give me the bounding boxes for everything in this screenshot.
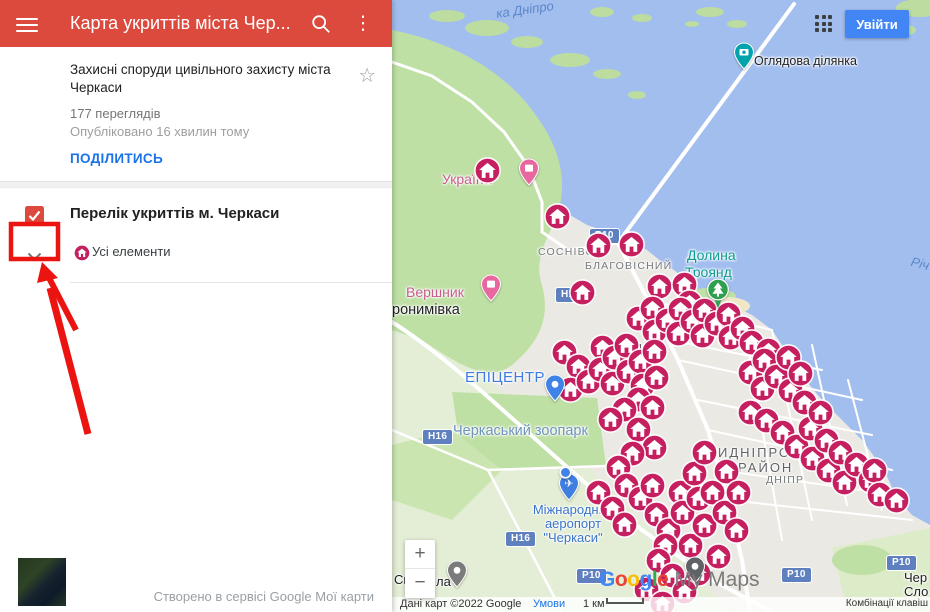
shelter-marker[interactable]: [723, 517, 750, 544]
shelter-marker[interactable]: [585, 232, 612, 259]
blue-dot-pin[interactable]: [559, 466, 572, 484]
map-label-cher-fragment: Чер: [904, 570, 927, 585]
google-my-maps-app: { "sidebar": { "header": { "title": "Кар…: [0, 0, 930, 612]
list-divider: [70, 282, 392, 283]
attribution-bar: Дані карт ©2022 Google Умови 1 км Комбін…: [392, 597, 930, 612]
my-maps-wordmark: My Maps: [674, 568, 759, 591]
layer-title: Перелік укриттів м. Черкаси: [70, 205, 392, 222]
shelter-marker[interactable]: [883, 487, 910, 514]
keyboard-shortcuts-link[interactable]: Комбінації клавіш: [846, 598, 928, 609]
sign-in-button[interactable]: Увійти: [845, 10, 909, 38]
views-count: 177 переглядів: [70, 106, 352, 121]
shelter-marker[interactable]: [611, 511, 638, 538]
layer-row[interactable]: Перелік укриттів м. Черкаси: [0, 205, 392, 222]
google-logo: GoogleMy Maps: [599, 568, 760, 592]
basemap-thumbnail[interactable]: [18, 558, 66, 606]
shelter-marker[interactable]: [639, 472, 666, 499]
map-label-dnipr: ДНІПР: [766, 474, 804, 486]
layer-section: Перелік укриттів м. Черкаси Усі елементи: [0, 205, 392, 283]
map-label-airport-line2: аеропорт: [545, 516, 601, 531]
scale-bar: [606, 598, 644, 604]
tree-pin[interactable]: [706, 278, 730, 314]
map-label-dolyna-troyand-1: Долина: [687, 247, 736, 263]
all-items-label: Усі елементи: [92, 244, 392, 259]
camera-pin[interactable]: [733, 42, 755, 75]
shelter-marker[interactable]: [725, 479, 752, 506]
shelter-marker[interactable]: [544, 203, 571, 230]
shelter-marker[interactable]: [787, 360, 814, 387]
search-icon[interactable]: [310, 13, 332, 35]
created-with-label: Створено в сервісі Google Мої карти: [154, 589, 374, 604]
map-label-vershnyk: Вершник: [406, 284, 464, 300]
star-icon[interactable]: ☆: [358, 63, 376, 88]
scale-label: 1 км: [583, 598, 605, 610]
shelter-marker[interactable]: [474, 157, 501, 184]
all-items-marker-icon: [74, 245, 90, 266]
shelter-marker[interactable]: [569, 279, 596, 306]
sidebar-footer: Створено в сервісі Google Мої карти: [0, 550, 392, 612]
google-logo-letter: G: [599, 568, 615, 591]
map-label-blahovisnyi: БЛАГОВІСНИЙ: [585, 260, 672, 272]
annotation-arrow-shaft: [50, 288, 88, 434]
mall-pin[interactable]: [518, 158, 540, 191]
map-title: Карта укриттів міста Чер...: [70, 13, 291, 34]
map-info-section: Захисні споруди цивільного захисту міста…: [0, 47, 392, 168]
sidebar-header: Карта укриттів міста Чер... ⋮: [0, 0, 392, 47]
map-description: Захисні споруди цивільного захисту міста…: [70, 61, 335, 97]
shelter-marker[interactable]: [691, 439, 718, 466]
epicentr-pin[interactable]: [544, 374, 566, 407]
zoom-controls: + −: [405, 540, 435, 598]
terms-link[interactable]: Умови: [533, 598, 565, 610]
zoom-out-button[interactable]: −: [405, 569, 435, 598]
map-label-oglyadova-dilyanka: Оглядова ділянка: [754, 54, 857, 68]
google-logo-letter: e: [657, 568, 668, 591]
google-logo-letter: o: [615, 568, 627, 591]
map-label-zoo: Черкаський зоопарк: [453, 423, 588, 439]
menu-icon[interactable]: [16, 14, 38, 32]
section-divider: [0, 181, 392, 188]
google-logo-letter: g: [640, 568, 652, 591]
overflow-menu-icon[interactable]: ⋮: [352, 13, 374, 35]
zoom-in-button[interactable]: +: [405, 540, 435, 569]
road-badge-Н16: Н16: [505, 531, 536, 547]
map-label-heronymivka: ронимівка: [392, 302, 460, 318]
shelter-marker[interactable]: [597, 406, 624, 433]
map-label-epicentr: ЕПІЦЕНТР: [465, 369, 545, 386]
road-badge-Р10: Р10: [886, 555, 917, 571]
all-items-row[interactable]: Усі елементи: [0, 244, 392, 264]
map-label-airport-line3: "Черкаси": [543, 530, 602, 545]
layer-checkbox[interactable]: [25, 206, 44, 225]
shelter-marker[interactable]: [861, 457, 888, 484]
shelter-marker[interactable]: [807, 399, 834, 426]
gray-pin[interactable]: [446, 560, 468, 593]
hotel-pin[interactable]: [480, 274, 502, 307]
google-apps-icon[interactable]: [815, 15, 835, 35]
shelter-marker[interactable]: [641, 338, 668, 365]
road-badge-Р10: Р10: [781, 567, 812, 583]
sidebar: Карта укриттів міста Чер... ⋮ Захисні сп…: [0, 0, 392, 612]
map-label-rayon2-line2: РАЙОН: [738, 460, 793, 475]
map-data-attribution: Дані карт ©2022 Google: [400, 598, 521, 610]
shelter-marker[interactable]: [618, 231, 645, 258]
chevron-down-icon[interactable]: [27, 248, 42, 266]
road-badge-Н16: Н16: [422, 429, 453, 445]
published-timestamp: Опубліковано 16 хвилин тому: [70, 124, 352, 139]
google-logo-letter: o: [627, 568, 639, 591]
share-button[interactable]: ПОДІЛИТИСЬ: [70, 151, 163, 166]
map-canvas[interactable]: ка ДніпроРічОглядова ділянкаУкраїнаВершн…: [392, 0, 930, 612]
